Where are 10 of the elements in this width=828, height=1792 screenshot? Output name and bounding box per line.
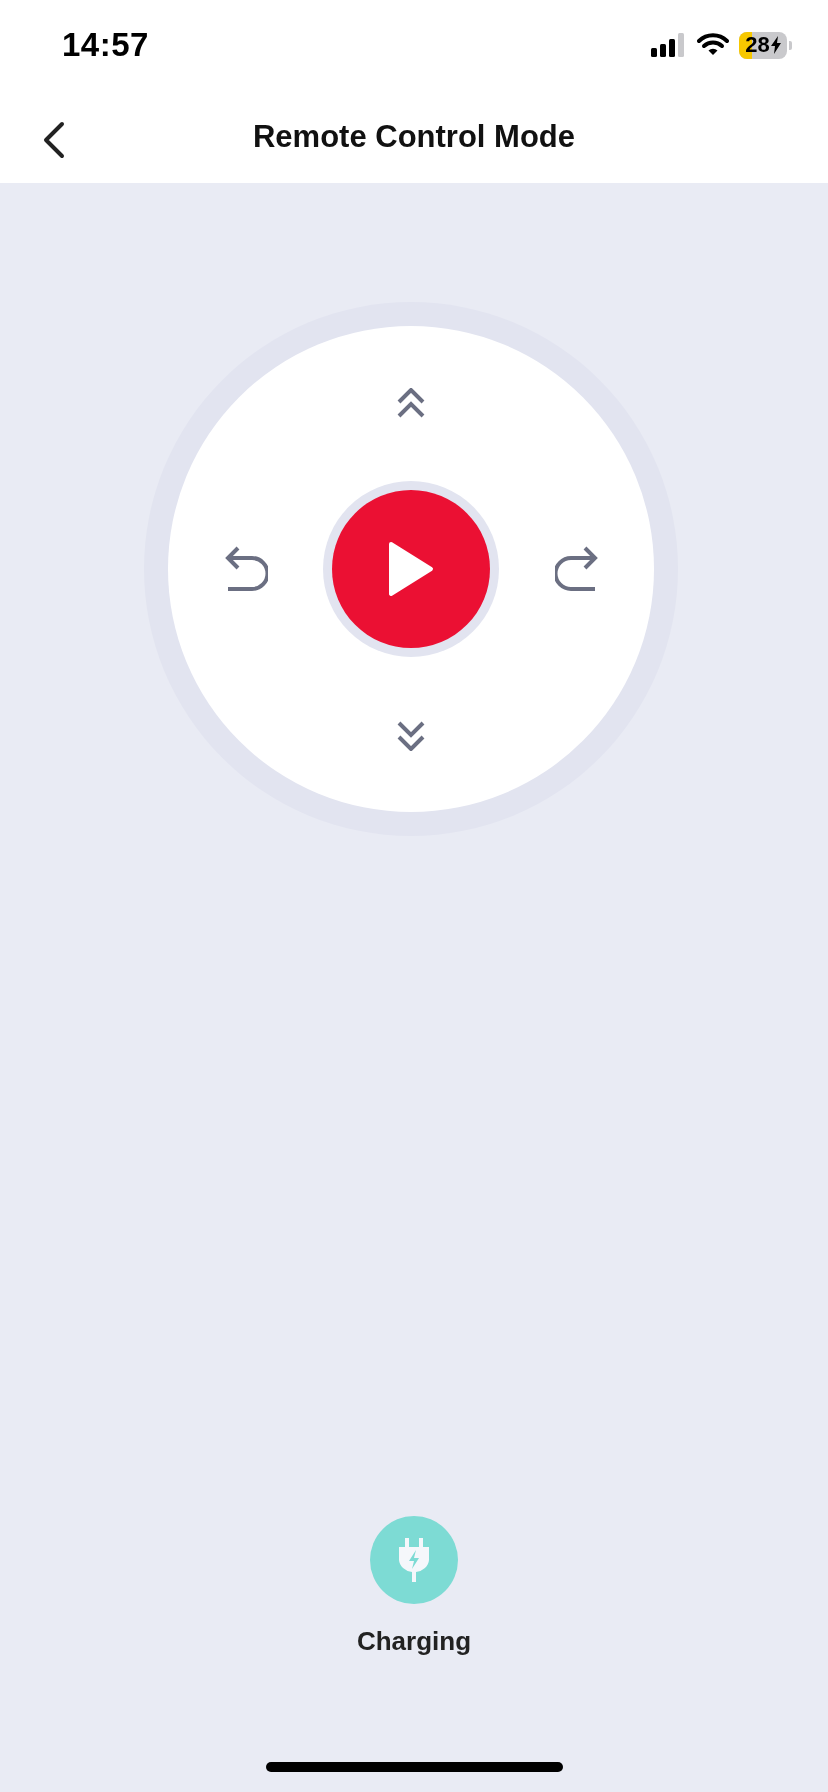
status-time: 14:57 bbox=[62, 26, 149, 64]
forward-button[interactable] bbox=[396, 387, 426, 420]
screen-title: Remote Control Mode bbox=[252, 118, 576, 155]
turn-left-button[interactable] bbox=[223, 546, 268, 592]
turn-right-button[interactable] bbox=[554, 546, 599, 592]
play-button[interactable] bbox=[332, 490, 490, 648]
play-icon bbox=[387, 540, 435, 598]
charging-status: Charging bbox=[356, 1626, 472, 1657]
wifi-icon bbox=[697, 33, 729, 57]
signal-icon bbox=[651, 33, 687, 57]
